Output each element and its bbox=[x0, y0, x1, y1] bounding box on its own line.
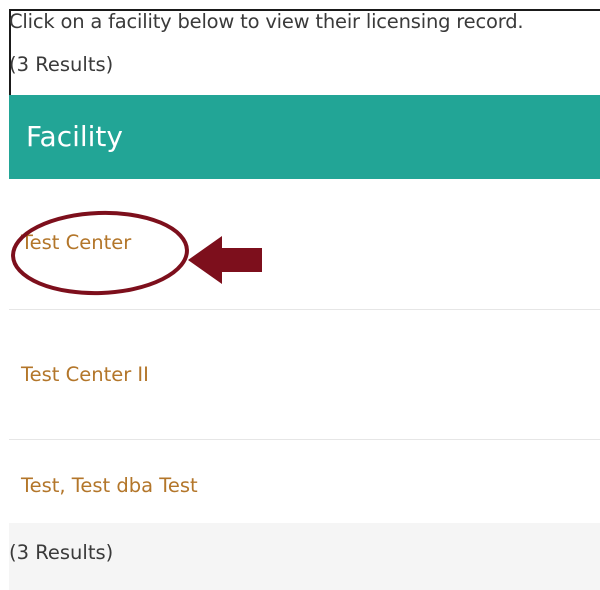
instruction-text: Click on a facility below to view their … bbox=[9, 10, 524, 33]
facility-link-test-test-dba-test[interactable]: Test, Test dba Test bbox=[21, 474, 198, 497]
table-row: Test Center II bbox=[9, 309, 600, 439]
facility-link-test-center[interactable]: Test Center bbox=[21, 231, 131, 254]
table-row: Test Center bbox=[9, 179, 600, 309]
table-footer: (3 Results) bbox=[9, 523, 600, 590]
results-count-bottom: (3 Results) bbox=[9, 541, 114, 564]
results-count-top: (3 Results) bbox=[9, 53, 114, 76]
facility-link-test-center-ii[interactable]: Test Center II bbox=[21, 363, 149, 386]
table-row: Test, Test dba Test bbox=[9, 439, 600, 523]
table-header: Facility bbox=[9, 95, 600, 179]
column-header-facility: Facility bbox=[26, 120, 123, 153]
